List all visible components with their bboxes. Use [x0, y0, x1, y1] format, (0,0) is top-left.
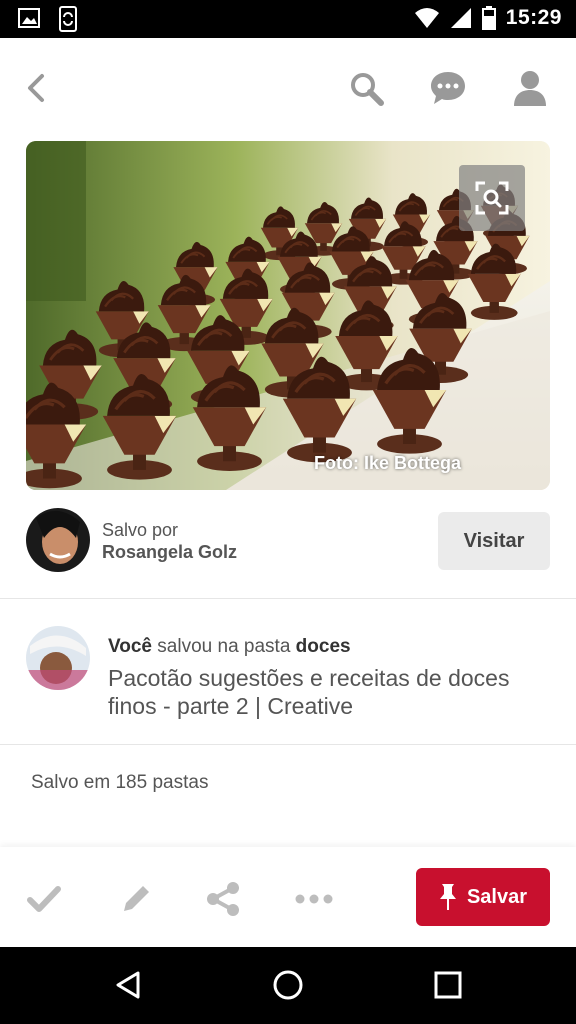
activity-item: Você salvou na pasta doces Pacotão suges… [26, 626, 550, 726]
save-button[interactable]: Salvar [416, 868, 550, 926]
activity-board[interactable]: doces [296, 636, 351, 657]
avatar[interactable] [26, 508, 90, 572]
visual-search-icon [475, 181, 509, 215]
activity-line: Você salvou na pasta doces [108, 636, 351, 658]
saved-by-name[interactable]: Rosangela Golz [102, 542, 237, 563]
clock: 15:29 [505, 6, 562, 29]
share-icon[interactable] [204, 879, 244, 919]
recents-square-icon[interactable] [430, 967, 466, 1003]
wifi-icon [414, 8, 439, 28]
visual-search-button[interactable] [459, 165, 525, 231]
messages-icon[interactable] [428, 68, 468, 108]
avatar[interactable] [26, 626, 90, 690]
more-icon[interactable] [294, 879, 334, 919]
home-circle-icon[interactable] [270, 967, 306, 1003]
pin-description: Pacotão sugestões e receitas de doces fi… [108, 665, 510, 719]
signal-icon [450, 8, 471, 28]
divider [0, 744, 576, 745]
divider [0, 598, 576, 599]
save-button-label: Salvar [466, 885, 528, 908]
search-icon[interactable] [346, 68, 386, 108]
edit-icon[interactable] [116, 879, 156, 919]
pin-icon [439, 884, 456, 910]
system-nav-bar [0, 947, 576, 1024]
phone-sync-icon [59, 6, 77, 32]
action-bar: Salvar [0, 847, 576, 947]
back-triangle-icon[interactable] [110, 967, 146, 1003]
profile-icon[interactable] [510, 68, 550, 108]
image-icon [18, 8, 40, 28]
check-icon[interactable] [24, 879, 64, 919]
back-icon[interactable] [18, 68, 58, 108]
battery-icon [481, 6, 496, 30]
pin-image[interactable]: Foto: Ike Bottega [26, 141, 550, 490]
visit-button[interactable]: Visitar [438, 512, 550, 570]
saved-by-section: Salvo por Rosangela Golz Visitar [26, 508, 550, 574]
top-bar [0, 38, 576, 138]
saved-count: Salvo em 185 pastas [31, 772, 209, 793]
status-bar: 15:29 [0, 0, 576, 38]
activity-action: salvou na pasta [157, 636, 291, 657]
activity-actor: Você [108, 636, 153, 657]
image-watermark: Foto: Ike Bottega [314, 453, 461, 473]
saved-by-label: Salvo por [102, 520, 179, 540]
